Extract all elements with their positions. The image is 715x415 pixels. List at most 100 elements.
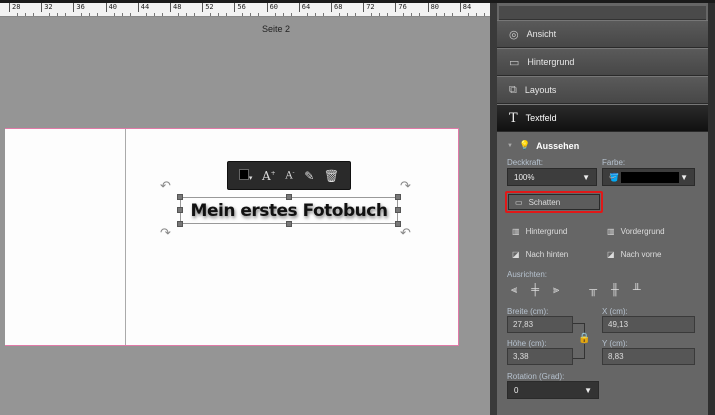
align-middle-icon[interactable]: ╫	[611, 284, 619, 297]
resize-handle[interactable]	[177, 194, 183, 200]
resize-handle[interactable]	[177, 207, 183, 213]
edit-text-icon[interactable]: ✎	[304, 169, 314, 183]
ruler-minor-tick	[121, 13, 123, 16]
ruler-minor-tick	[258, 13, 260, 16]
paint-bucket-icon: 🪣	[609, 172, 619, 182]
send-to-back-icon: ▥	[512, 227, 520, 236]
text-field[interactable]: Mein erstes Fotobuch	[177, 194, 401, 227]
section-textfeld[interactable]: T Textfeld	[497, 104, 708, 132]
ruler-minor-tick	[97, 13, 99, 16]
ruler-minor-tick	[65, 13, 67, 16]
ausrichten-label: Ausrichten:	[507, 270, 548, 279]
align-center-icon[interactable]: ╪	[531, 284, 539, 297]
ruler-minor-tick	[282, 13, 284, 16]
ruler-minor-tick	[306, 13, 308, 16]
nach-hinten-button[interactable]: ◪ Nach hinten	[512, 250, 568, 259]
ruler-tick: 84	[459, 3, 471, 12]
resize-handle[interactable]	[286, 194, 292, 200]
resize-handle[interactable]	[177, 221, 183, 227]
schatten-button[interactable]: ▭ Schatten	[508, 194, 600, 210]
bring-forward-icon: ◪	[607, 250, 615, 259]
vordergrund-button[interactable]: ▥ Vordergrund	[607, 227, 665, 236]
resize-handle[interactable]	[395, 207, 401, 213]
ruler-minor-tick	[194, 13, 195, 16]
page-label: Seite 2	[262, 24, 291, 34]
nach-vorne-button[interactable]: ◪ Nach vorne	[607, 250, 661, 259]
lightbulb-icon: 💡	[518, 140, 531, 150]
ruler-tick: 60	[266, 3, 278, 12]
align-right-icon[interactable]: ⫸	[553, 284, 559, 297]
decrease-font-icon[interactable]: A-	[285, 169, 294, 181]
deckkraft-dropdown[interactable]: 100% ▼	[507, 168, 597, 186]
hoehe-input[interactable]: 3,38	[507, 348, 573, 365]
bring-to-front-icon: ▥	[607, 227, 615, 236]
ruler-tick: 44	[137, 3, 149, 12]
aussehen-header[interactable]: ▼ 💡 Aussehen	[507, 140, 579, 151]
ruler-tick: 72	[363, 3, 375, 12]
section-hintergrund[interactable]: ▭ Hintergrund	[497, 48, 708, 76]
resize-handle[interactable]	[395, 194, 401, 200]
eye-icon: ◎	[509, 28, 519, 41]
ruler-minor-tick	[25, 13, 26, 16]
align-top-icon[interactable]: ╥	[589, 284, 597, 297]
farbe-picker[interactable]: 🪣 ▼	[602, 168, 695, 186]
ruler-minor-tick	[161, 13, 163, 16]
ruler-minor-tick	[314, 13, 316, 16]
ruler-tick: 80	[427, 3, 439, 12]
ruler-minor-tick	[451, 13, 453, 16]
ruler-minor-tick	[186, 13, 187, 16]
ruler-minor-tick	[403, 13, 405, 16]
rotation-label: Rotation (Grad):	[507, 372, 565, 381]
x-label: X (cm):	[602, 307, 628, 316]
color-swatch	[620, 171, 679, 183]
align-left-icon[interactable]: ⫷	[511, 284, 517, 297]
panel-grip[interactable]	[499, 6, 706, 20]
lock-icon[interactable]: 🔒	[578, 333, 591, 344]
ruler-minor-tick	[242, 13, 244, 16]
ruler-minor-tick	[387, 13, 389, 16]
ruler-minor-tick	[347, 13, 348, 16]
ruler-tick: 52	[202, 3, 214, 12]
properties-panel: ◎ Ansicht ▭ Hintergrund ⧉ Layouts T Textfeld…	[497, 3, 708, 415]
farbe-label: Farbe:	[602, 158, 626, 167]
breite-input[interactable]: 27,83	[507, 316, 573, 333]
chevron-down-icon: ▼	[584, 385, 592, 395]
ruler-tick: 36	[73, 3, 85, 12]
ruler-minor-tick	[226, 13, 228, 16]
y-input[interactable]: 8,83	[602, 348, 695, 365]
ruler-minor-tick	[145, 13, 147, 16]
rotate-handle-icon[interactable]: ↷	[400, 178, 411, 194]
resize-handle[interactable]	[286, 221, 292, 227]
ruler-tick: 40	[105, 3, 117, 12]
rotation-dropdown[interactable]: 0 ▼	[507, 381, 599, 399]
ruler-tick: 64	[298, 3, 310, 12]
text-color-button[interactable]: ▾	[238, 168, 252, 183]
layouts-icon: ⧉	[509, 83, 517, 96]
rotate-handle-icon[interactable]: ↶	[400, 225, 411, 241]
increase-font-icon[interactable]: A+	[262, 169, 276, 183]
align-bottom-icon[interactable]: ╨	[633, 284, 641, 297]
ruler-minor-tick	[153, 13, 155, 16]
ruler-minor-tick	[49, 13, 51, 16]
section-layouts[interactable]: ⧉ Layouts	[497, 76, 708, 104]
section-ansicht[interactable]: ◎ Ansicht	[497, 20, 708, 48]
ruler-minor-tick	[178, 13, 179, 16]
x-input[interactable]: 49,13	[602, 316, 695, 333]
ruler-minor-tick	[81, 13, 83, 16]
trash-icon[interactable]: 🗑	[324, 169, 339, 183]
panel-divider[interactable]	[490, 3, 497, 415]
ruler-minor-tick	[435, 13, 437, 16]
ruler-tick: 48	[170, 3, 181, 12]
hintergrund-button[interactable]: ▥ Hintergrund	[512, 227, 567, 236]
ruler-minor-tick	[129, 13, 131, 16]
ruler-minor-tick	[250, 13, 252, 16]
ruler-minor-tick	[210, 13, 212, 16]
ruler-minor-tick	[339, 13, 340, 16]
rotate-handle-icon[interactable]: ↶	[160, 178, 171, 194]
breite-label: Breite (cm):	[507, 307, 549, 316]
ruler-minor-tick	[419, 13, 421, 16]
ruler-tick: 76	[395, 3, 407, 12]
rotate-handle-icon[interactable]: ↷	[160, 225, 171, 241]
chevron-down-icon: ▼	[582, 172, 590, 182]
hoehe-label: Höhe (cm):	[507, 339, 547, 348]
